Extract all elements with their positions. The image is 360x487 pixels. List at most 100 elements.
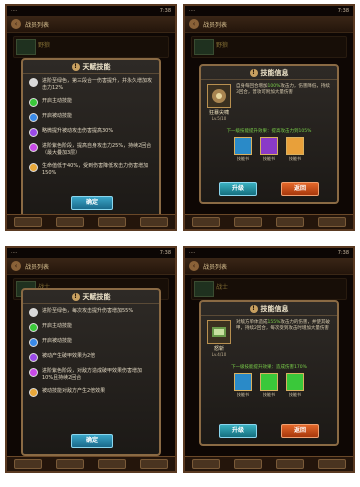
back-arrow-icon[interactable]: ‹ <box>189 19 199 29</box>
talent-dialog: ! 天赋技能 进阶至绿色，每次攻击提升伤害增加55% 开启主动技能 开启被动技能 被动… <box>21 288 161 456</box>
material-item[interactable]: 技能书 <box>234 373 252 398</box>
page-title: 战员列表 <box>25 263 50 271</box>
talent-row: 被动技能对敌方产生2倍效果 <box>29 388 153 397</box>
talent-text: 开启主动技能 <box>42 98 73 104</box>
nav-button[interactable] <box>140 459 168 469</box>
confirm-button[interactable]: 确定 <box>71 434 113 448</box>
desc-part: 对敌方单体造成 <box>236 320 268 325</box>
gem-icon <box>29 338 38 347</box>
page-title: 战员列表 <box>203 263 228 271</box>
talent-text: 略微提升被动攻击伤害提高30% <box>42 128 114 134</box>
material-item[interactable]: 技能书 <box>260 137 278 162</box>
material-row: 技能书 技能书 技能书 <box>201 137 337 162</box>
nav-button[interactable] <box>14 459 42 469</box>
gem-icon <box>29 323 38 332</box>
talent-row: 开启被动技能 <box>29 113 153 122</box>
skill-header: 狂暴尖啸 Lv.5/10 自身每回合增加100%攻击力，伤害降低，持续3回合，普… <box>201 80 337 125</box>
gem-icon <box>29 163 38 172</box>
back-arrow-icon[interactable]: ‹ <box>189 261 199 271</box>
talent-text: 开启主动技能 <box>42 323 73 329</box>
talent-text: 生命值低于40%，受到伤害降低攻击力伤害增加150% <box>42 163 149 176</box>
nav-button[interactable] <box>98 217 126 227</box>
material-item[interactable]: 技能书 <box>286 137 304 162</box>
dialog-title-text: 技能信息 <box>260 304 289 313</box>
material-label: 技能书 <box>263 392 275 397</box>
dialog-title: ! 天赋技能 <box>23 60 159 74</box>
skill-name: 狂暴尖啸 <box>208 110 229 116</box>
panel-talents-2: ···· 7:38 ‹ 战员列表 战士 ! 天赋技能 进阶至绿色，每次攻击提升伤… <box>5 246 177 473</box>
back-arrow-icon[interactable]: ‹ <box>11 19 21 29</box>
material-label: 技能书 <box>237 392 249 397</box>
panel-talents-1: ···· 7:38 ‹ 战员列表 野狼 ! 天赋技能 进阶至绿色，第三段合一伤害… <box>5 4 177 231</box>
nav-button[interactable] <box>276 459 304 469</box>
skill-description: 对敌方单体造成155%攻击力的伤害，并使其破甲，持续2回合，每次受到攻击时增加大… <box>236 320 331 357</box>
nav-button[interactable] <box>98 459 126 469</box>
info-icon: ! <box>71 62 80 71</box>
nav-button[interactable] <box>14 217 42 227</box>
back-arrow-icon[interactable]: ‹ <box>11 261 21 271</box>
nav-button[interactable] <box>56 217 84 227</box>
nav-button[interactable] <box>234 459 262 469</box>
gem-icon <box>29 353 38 362</box>
gem-icon <box>29 143 38 152</box>
gem-icon <box>29 98 38 107</box>
status-bar: ···· 7:38 <box>7 248 175 258</box>
back-button[interactable]: 返回 <box>281 424 319 438</box>
nav-button[interactable] <box>192 459 220 469</box>
gem-icon <box>29 368 38 377</box>
dialog-title: ! 技能信息 <box>201 302 337 316</box>
desc-part: 自身每回合增加 <box>236 84 268 89</box>
nav-button[interactable] <box>234 217 262 227</box>
talent-text: 进阶至绿色，第三段合一伤害提升，并永久增加攻击力12% <box>42 78 153 91</box>
talent-text: 进阶紫色阶段，对敌方造成破甲效果伤害增加10%且持续2回合 <box>42 368 143 381</box>
nav-button[interactable] <box>192 217 220 227</box>
upgrade-button[interactable]: 升级 <box>219 424 257 438</box>
skill-book-icon <box>260 373 278 391</box>
bottom-nav <box>185 456 353 471</box>
material-label: 技能书 <box>263 156 275 161</box>
material-label: 技能书 <box>289 156 301 161</box>
talent-dialog: ! 天赋技能 进阶至绿色，第三段合一伤害提升，并永久增加攻击力12% 开启主动技能… <box>21 58 161 218</box>
nav-button[interactable] <box>276 217 304 227</box>
dialog-title-text: 天赋技能 <box>82 62 111 71</box>
skill-book-icon <box>286 137 304 155</box>
info-icon: ! <box>249 68 258 77</box>
talent-row: 进阶紫色阶段，提高自身攻击力25%，持续2回合（最大叠加3层） <box>29 143 153 157</box>
clock-text: 7:38 <box>159 8 171 14</box>
nav-button[interactable] <box>56 459 84 469</box>
skill-book-icon <box>286 373 304 391</box>
gem-icon <box>29 78 38 87</box>
top-bar: ‹ 战员列表 <box>185 258 353 275</box>
talent-row: 被动产生破甲效果为2倍 <box>29 353 153 362</box>
clock-text: 7:38 <box>337 8 349 14</box>
page-title: 战员列表 <box>25 21 50 29</box>
nav-button[interactable] <box>318 459 346 469</box>
talent-list: 进阶至绿色，每次攻击提升伤害增加55% 开启主动技能 开启被动技能 被动产生破甲效果为… <box>23 304 159 407</box>
dialog-title: ! 天赋技能 <box>23 290 159 304</box>
talent-text: 进阶至绿色，每次攻击提升伤害增加55% <box>42 308 134 314</box>
dialog-title-text: 天赋技能 <box>82 292 111 301</box>
skill-book-icon <box>234 373 252 391</box>
talent-row: 略微提升被动攻击伤害提高30% <box>29 128 153 137</box>
material-item[interactable]: 技能书 <box>234 137 252 162</box>
page-title: 战员列表 <box>203 21 228 29</box>
material-label: 技能书 <box>289 392 301 397</box>
nav-button[interactable] <box>318 217 346 227</box>
skill-dialog: ! 技能信息 狂暴尖啸 Lv.5/10 自身每回合增加100%攻击力，伤害降低，… <box>199 64 339 204</box>
info-icon: ! <box>71 292 80 301</box>
confirm-button[interactable]: 确定 <box>71 196 113 210</box>
panel-skill-info-1: ···· 7:38 ‹ 战员列表 野狼 ! 技能信息 狂暴尖啸 Lv.5/10 … <box>183 4 355 231</box>
material-item[interactable]: 技能书 <box>286 373 304 398</box>
skill-icon <box>207 84 231 108</box>
material-item[interactable]: 技能书 <box>260 373 278 398</box>
gem-icon <box>29 388 38 397</box>
gem-icon <box>29 308 38 317</box>
talent-text: 进阶紫色阶段，提高自身攻击力25%，持续2回合（最大叠加3层） <box>42 143 152 156</box>
talent-row: 进阶紫色阶段，对敌方造成破甲效果伤害增加10%且持续2回合 <box>29 368 153 382</box>
skill-icon <box>207 320 231 344</box>
talent-text: 开启被动技能 <box>42 113 73 119</box>
nav-button[interactable] <box>140 217 168 227</box>
back-button[interactable]: 返回 <box>281 182 319 196</box>
talent-row: 进阶至绿色，第三段合一伤害提升，并永久增加攻击力12% <box>29 78 153 92</box>
upgrade-button[interactable]: 升级 <box>219 182 257 196</box>
